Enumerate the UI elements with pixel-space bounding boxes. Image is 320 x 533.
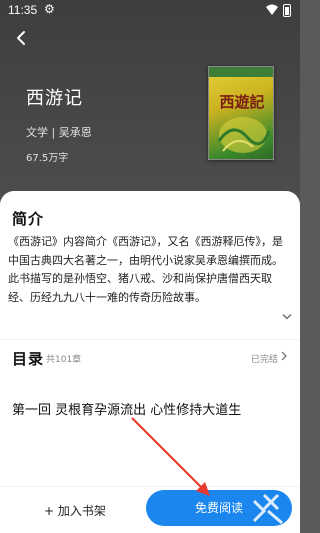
cover-title-text: 西遊記 xyxy=(219,93,264,111)
back-arrow-icon[interactable] xyxy=(10,26,34,50)
first-chapter-item[interactable]: 第一回 灵根育孕源流出 心性修持大道生 xyxy=(12,399,241,418)
cover-art: 西遊記 xyxy=(217,93,271,153)
status-time: 11:35 xyxy=(8,3,38,17)
book-meta: 文学 | 吴承恩 xyxy=(26,126,92,139)
settings-gear-icon: ⚙ xyxy=(44,2,55,16)
intro-fade xyxy=(170,310,300,330)
watermark-logo-icon xyxy=(252,493,283,525)
intro-heading: 简介 xyxy=(12,210,45,228)
cover-band xyxy=(209,67,273,77)
book-word-count: 67.5万字 xyxy=(26,153,69,164)
toc-status[interactable]: 已完结 xyxy=(251,352,278,365)
chevron-down-icon[interactable] xyxy=(282,313,292,321)
book-header: 11:35 ⚙ 西游记 文学 | 吴承恩 67.5万字 西遊記 xyxy=(0,0,300,200)
status-bar: 11:35 ⚙ xyxy=(0,0,300,22)
toc-chapter-count: 共101章 xyxy=(46,355,82,365)
section-divider xyxy=(0,339,300,340)
book-cover[interactable]: 西遊記 xyxy=(208,66,274,160)
wifi-icon xyxy=(266,4,278,15)
book-title: 西游记 xyxy=(26,88,83,109)
toc-heading: 目录 xyxy=(12,350,45,368)
add-to-shelf-button[interactable]: + 加入书架 xyxy=(44,502,106,519)
battery-icon xyxy=(283,4,291,17)
chevron-right-icon[interactable] xyxy=(280,351,288,361)
